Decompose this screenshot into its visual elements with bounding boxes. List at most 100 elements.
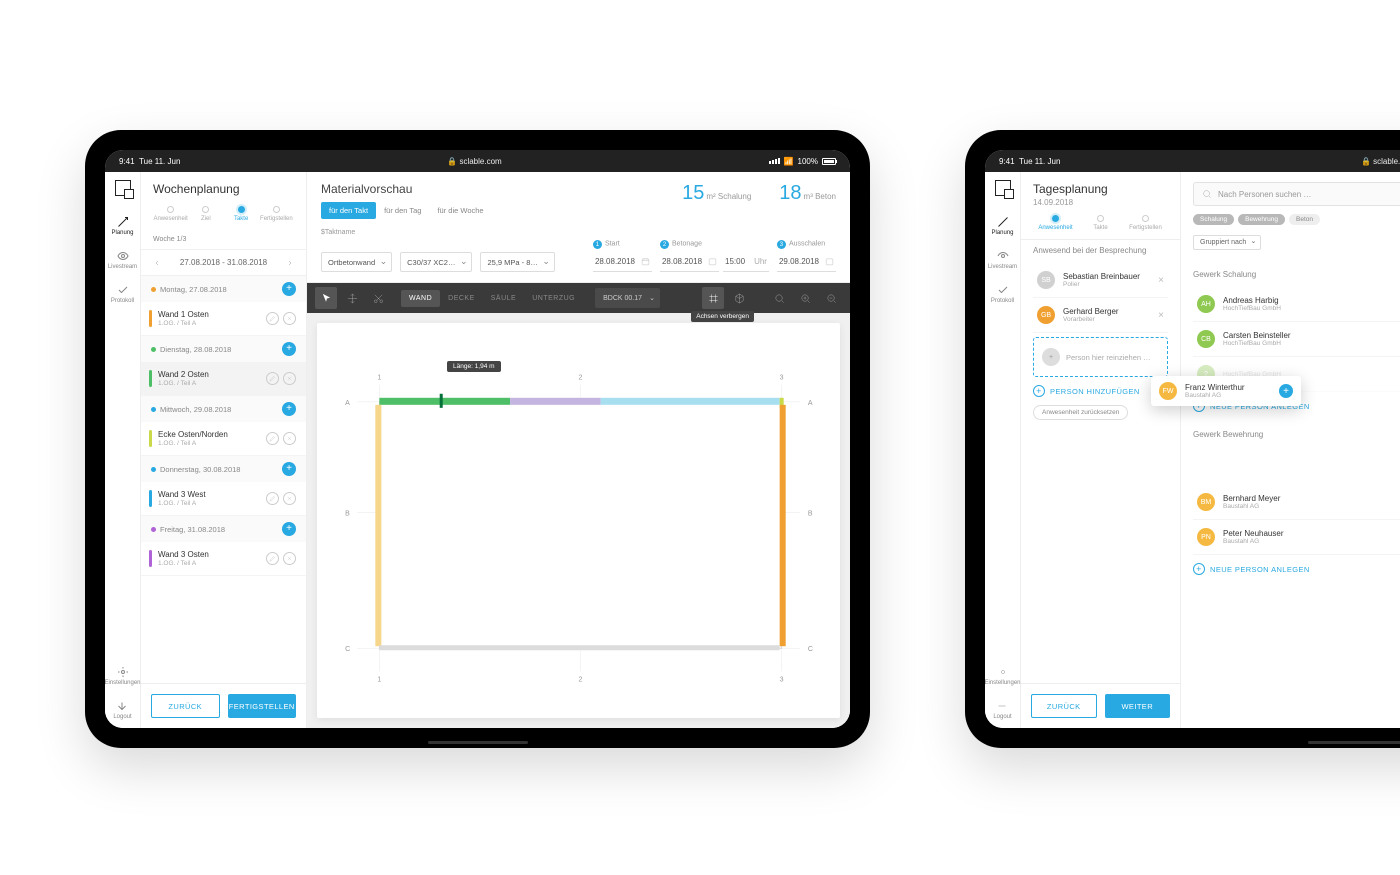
day-header: Freitag, 31.08.2018+ — [141, 516, 306, 542]
app-logo[interactable] — [115, 180, 131, 196]
sidebar-title: Wochenplanung — [153, 182, 294, 196]
task-item[interactable]: Ecke Osten/Norden1.OG. / Teil A — [141, 422, 306, 456]
gewerk-filter: Schalung Bewehrung Beton — [1193, 214, 1400, 225]
tool-zoom-in[interactable] — [794, 287, 816, 309]
group-by-select[interactable]: Gruppiert nach — [1193, 235, 1261, 250]
nav-protokoll[interactable]: Protokoll — [111, 284, 134, 304]
back-button[interactable]: ZURÜCK — [151, 694, 220, 718]
search-input[interactable]: Nach Personen suchen … — [1193, 182, 1400, 206]
date-betonage[interactable]: 28.08.2018 — [660, 252, 719, 272]
main-header: Materialvorschau für den Taktfür den Tag… — [307, 172, 850, 283]
app-logo[interactable] — [995, 180, 1011, 196]
tool-cut[interactable] — [367, 287, 389, 309]
type-tab[interactable]: SÄULE — [483, 290, 524, 307]
back-button[interactable]: ZURÜCK — [1031, 694, 1097, 718]
close-icon[interactable] — [283, 312, 296, 325]
nav-logout[interactable]: Logout — [113, 700, 131, 720]
close-icon[interactable] — [283, 552, 296, 565]
nav-logout[interactable]: Logout — [993, 700, 1011, 720]
remove-icon[interactable]: × — [1158, 275, 1164, 286]
nav-planung[interactable]: Planung — [111, 216, 133, 236]
remove-icon[interactable]: × — [1158, 310, 1164, 321]
step-2[interactable]: Ziel — [188, 206, 223, 222]
person-card[interactable]: GBGerhard BergerVorarbeiter× — [1033, 298, 1168, 333]
scope-tab[interactable]: für den Takt — [321, 202, 376, 219]
edit-icon[interactable] — [266, 312, 279, 325]
drag-card[interactable]: FW Franz WinterthurBaustahl AG + — [1151, 376, 1301, 406]
page-title: Tagesplanung — [1033, 182, 1168, 196]
edit-icon[interactable] — [266, 492, 279, 505]
signal-icon — [769, 158, 780, 164]
step-3[interactable]: Takte — [224, 206, 259, 222]
task-item[interactable]: Wand 3 West1.OG. / Teil A — [141, 482, 306, 516]
task-item[interactable]: Wand 2 Osten1.OG. / Teil A — [141, 362, 306, 396]
nav-protokoll[interactable]: Protokoll — [991, 284, 1014, 304]
plan-list[interactable]: Montag, 27.08.2018+Wand 1 Osten1.OG. / T… — [141, 276, 306, 683]
block-select[interactable]: BDCK 00.17 — [595, 288, 660, 308]
svg-text:C: C — [808, 646, 813, 653]
nav-settings[interactable]: Einstellungen — [985, 666, 1021, 686]
floor-canvas[interactable]: 1 2 3 1 2 3 A A B B C C — [317, 323, 840, 718]
filter-pill[interactable]: Schalung — [1193, 214, 1234, 225]
battery-icon — [822, 158, 836, 165]
person-card[interactable]: BMBernhard MeyerBaustahl AG+ — [1193, 485, 1400, 520]
step-2[interactable]: Takte — [1078, 215, 1123, 231]
date-range[interactable]: 27.08.2018 - 31.08.2018 — [141, 250, 306, 276]
tool-pointer[interactable] — [315, 287, 337, 309]
person-card[interactable]: AHAndreas HarbigHochTiefBau GmbH+ — [1193, 287, 1400, 322]
filter-pill[interactable]: Bewehrung — [1238, 214, 1285, 225]
type-tab[interactable]: DECKE — [440, 290, 483, 307]
nav-livestream[interactable]: Livestream — [108, 250, 137, 270]
tool-3d[interactable] — [728, 287, 750, 309]
reset-presence[interactable]: Anwesenheit zurücksetzen — [1033, 405, 1128, 420]
task-item[interactable]: Wand 3 Osten1.OG. / Teil A — [141, 542, 306, 576]
date-ausschalen[interactable]: 29.08.2018 — [777, 252, 836, 272]
type-tab[interactable]: UNTERZUG — [524, 290, 583, 307]
add-task-button[interactable]: + — [282, 282, 296, 296]
edit-icon[interactable] — [266, 432, 279, 445]
step-3[interactable]: Fertigstellen — [1123, 215, 1168, 231]
tool-zoom-fit[interactable] — [768, 287, 790, 309]
task-item[interactable]: Wand 1 Osten1.OG. / Teil A — [141, 302, 306, 336]
nav-livestream[interactable]: Livestream — [988, 250, 1017, 270]
tool-move[interactable] — [341, 287, 363, 309]
svg-text:3: 3 — [780, 375, 784, 382]
type-tab[interactable]: WAND — [401, 290, 440, 307]
filter-pill[interactable]: Beton — [1289, 214, 1320, 225]
edit-icon[interactable] — [266, 372, 279, 385]
add-task-button[interactable]: + — [282, 522, 296, 536]
scope-tab[interactable]: für die Woche — [429, 202, 491, 219]
drop-zone[interactable]: + Person hier reinziehen … — [1033, 337, 1168, 377]
next-button[interactable]: WEITER — [1105, 694, 1171, 718]
add-task-button[interactable]: + — [282, 402, 296, 416]
nav-settings[interactable]: Einstellungen — [105, 666, 141, 686]
add-task-button[interactable]: + — [282, 462, 296, 476]
section-present: Anwesend bei der Besprechung — [1033, 246, 1168, 255]
tool-zoom-out[interactable] — [820, 287, 842, 309]
person-card[interactable]: PNPeter NeuhauserBaustahl AG+ — [1193, 520, 1400, 555]
select-wandtyp[interactable]: Ortbetonwand — [321, 252, 392, 272]
nav-rail: Planung Livestream Protokoll Einstellung… — [105, 172, 141, 728]
time-betonage[interactable]: 15:00 Uhr — [723, 252, 769, 272]
person-card[interactable]: CBCarsten BeinstellerHochTiefBau GmbH+ — [1193, 322, 1400, 357]
close-icon[interactable] — [283, 372, 296, 385]
date-start[interactable]: 28.08.2018 — [593, 252, 652, 272]
svg-text:2: 2 — [579, 375, 583, 382]
new-person-link-2[interactable]: +NEUE PERSON ANLEGEN — [1193, 555, 1400, 583]
select-beton[interactable]: C30/37 XC2… — [400, 252, 472, 272]
tool-grid[interactable] — [702, 287, 724, 309]
add-person-link[interactable]: +PERSON HINZUFÜGEN — [1033, 377, 1168, 405]
step-1[interactable]: Anwesenheit — [1033, 215, 1078, 231]
svg-text:B: B — [345, 510, 350, 517]
close-icon[interactable] — [283, 432, 296, 445]
finish-button[interactable]: FERTIGSTELLEN — [228, 694, 297, 718]
scope-tab[interactable]: für den Tag — [376, 202, 429, 219]
step-4[interactable]: Fertigstellen — [259, 206, 294, 222]
person-card[interactable]: SBSebastian BreinbauerPolier× — [1033, 263, 1168, 298]
nav-planung[interactable]: Planung — [991, 216, 1013, 236]
edit-icon[interactable] — [266, 552, 279, 565]
close-icon[interactable] — [283, 492, 296, 505]
select-mpa[interactable]: 25,9 MPa - 8… — [480, 252, 554, 272]
step-1[interactable]: Anwesenheit — [153, 206, 188, 222]
add-task-button[interactable]: + — [282, 342, 296, 356]
